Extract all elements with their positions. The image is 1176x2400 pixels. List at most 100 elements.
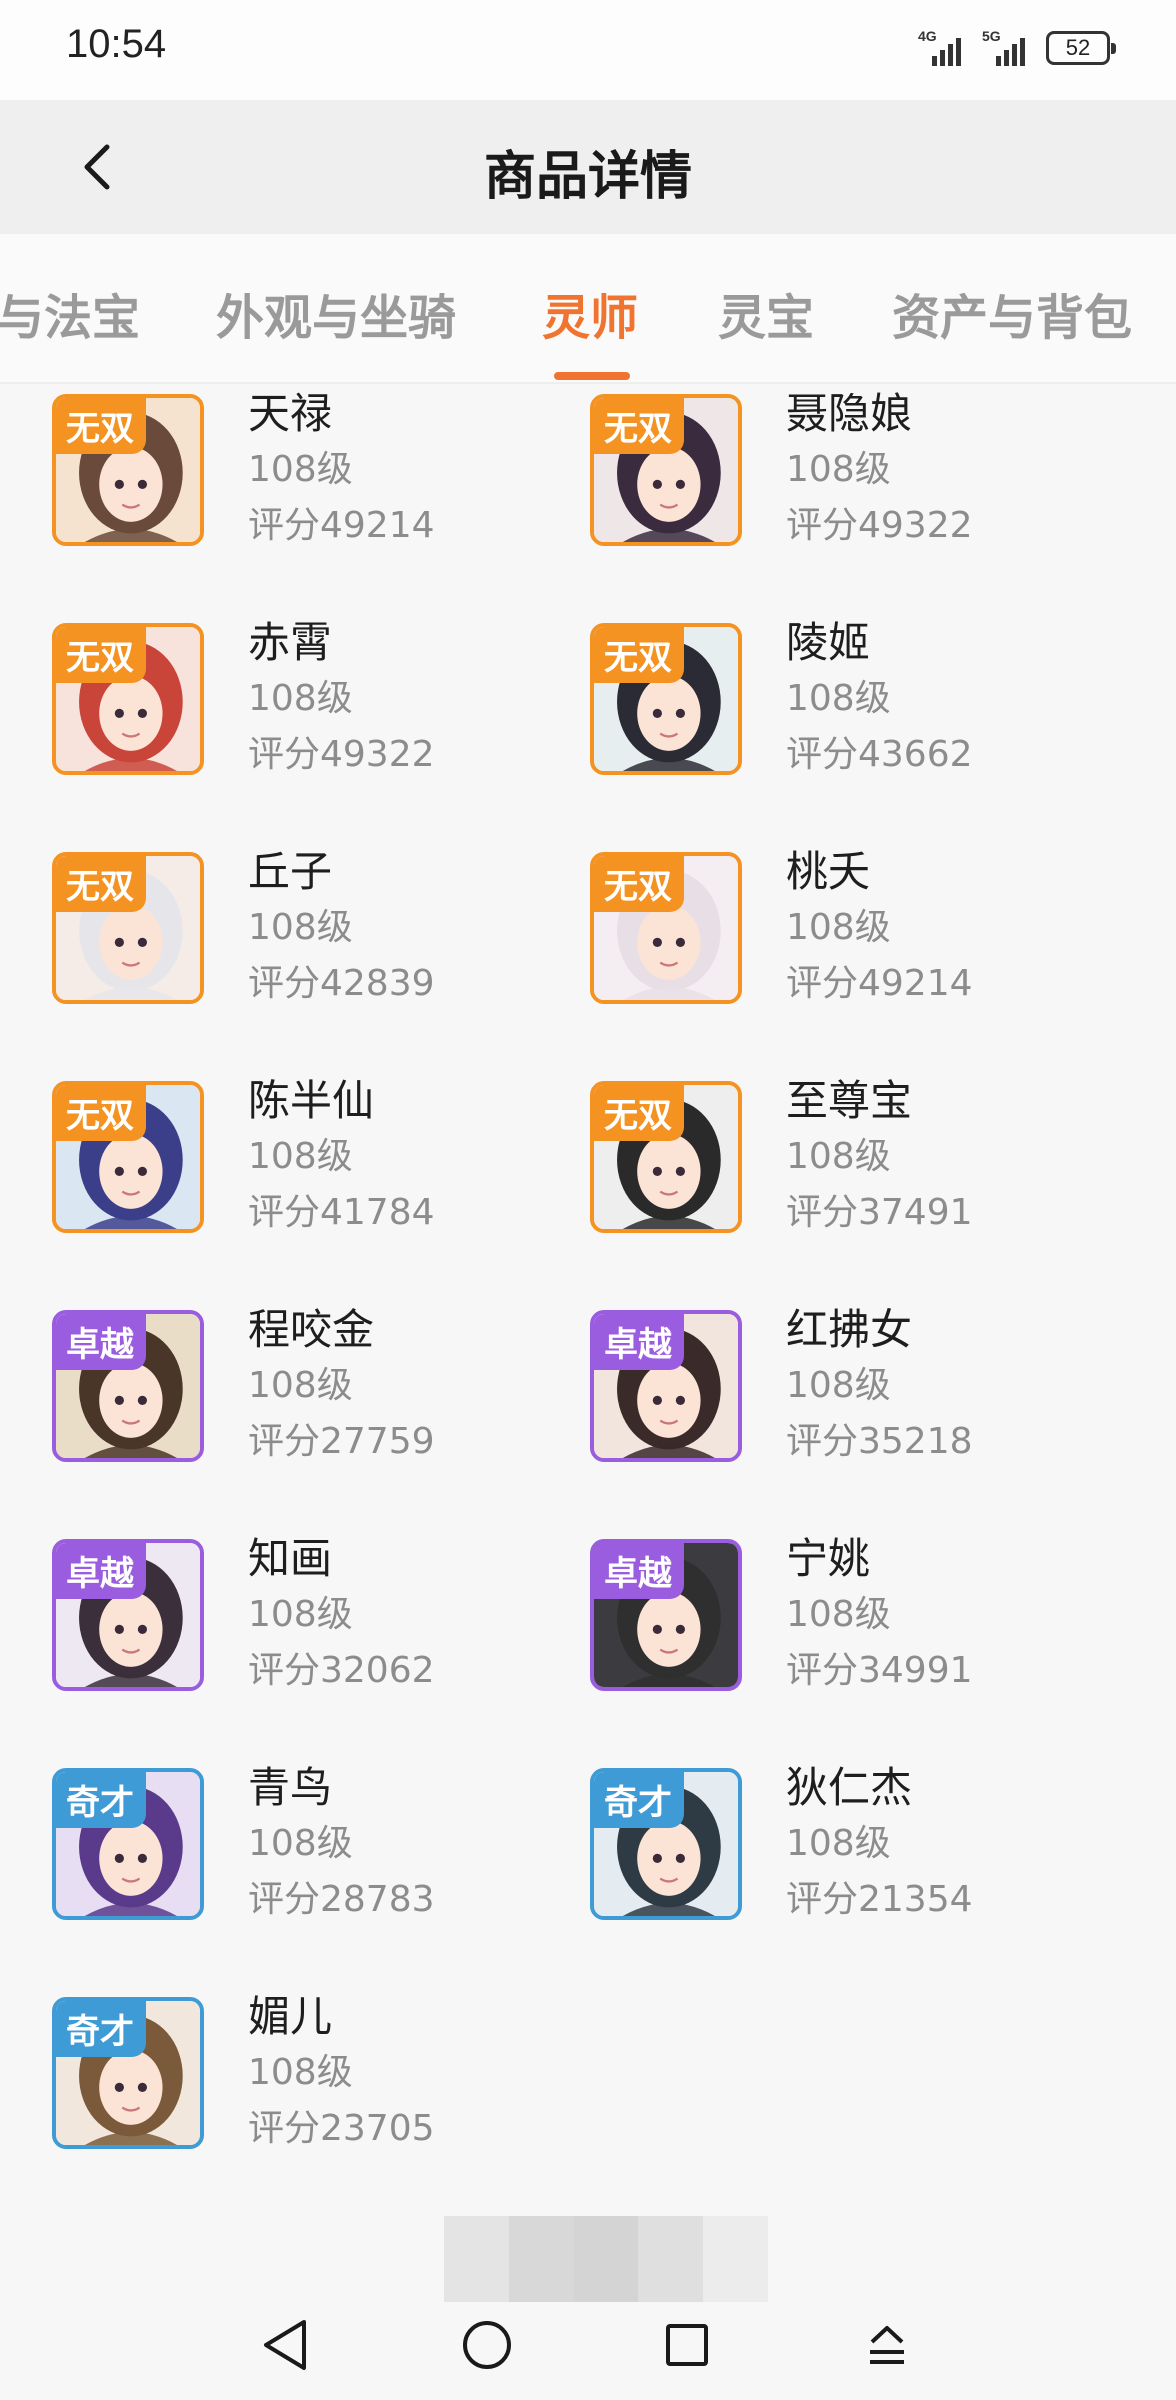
character-card[interactable]: 卓越 知画 108级评分32062 xyxy=(52,1531,572,1731)
rarity-badge: 卓越 xyxy=(594,1543,684,1599)
character-card[interactable]: 卓越 红拂女 108级评分35218 xyxy=(590,1302,1110,1502)
character-name: 知画 xyxy=(248,1534,333,1583)
recents-square-icon xyxy=(666,2324,708,2366)
character-score: 评分34991 xyxy=(786,1650,973,1691)
nav-menu-button[interactable] xyxy=(852,2310,922,2380)
character-card[interactable]: 奇才 媚儿 108级 评分23705 xyxy=(52,1989,572,2184)
character-level: 108级 xyxy=(248,1365,353,1406)
character-level: 108级 xyxy=(786,449,891,490)
character-info: 红拂女 108级评分35218 xyxy=(786,1302,973,1470)
character-score: 评分49214 xyxy=(786,963,973,1004)
character-avatar: 卓越 xyxy=(590,1310,742,1462)
character-name: 红拂女 xyxy=(786,1305,913,1354)
character-score: 评分49214 xyxy=(248,505,435,546)
tab-assets-bag[interactable]: 资产与背包 xyxy=(892,278,1132,348)
character-level: 108级 xyxy=(248,907,353,948)
character-card[interactable]: 无双 聂隐娘 108级评分49322 xyxy=(590,386,1110,586)
character-score: 评分27759 xyxy=(248,1421,435,1462)
nav-home-button[interactable] xyxy=(452,2310,522,2380)
character-level: 108级 xyxy=(786,1594,891,1635)
character-score: 评分28783 xyxy=(248,1879,435,1920)
rarity-badge: 无双 xyxy=(56,1085,146,1141)
character-info: 陵姬 108级 评分43662 xyxy=(786,615,973,783)
character-card[interactable]: 无双 陈半仙 108级评分41784 xyxy=(52,1073,572,1273)
character-card[interactable]: 无双 丘子 108级 评分42839 xyxy=(52,844,572,1044)
rarity-badge: 无双 xyxy=(594,856,684,912)
character-info: 丘子 108级 评分42839 xyxy=(248,844,435,1012)
character-card[interactable]: 无双 赤霄 108级评分49322 xyxy=(52,615,572,815)
rarity-badge: 无双 xyxy=(594,1085,684,1141)
character-score: 评分23705 xyxy=(248,2108,435,2149)
character-name: 陈半仙 xyxy=(248,1076,375,1125)
character-level: 108级 xyxy=(786,1365,891,1406)
character-avatar: 奇才 xyxy=(52,1768,204,1920)
character-card[interactable]: 无双 天禄 108级 评分49214 xyxy=(52,386,572,586)
character-level: 108级 xyxy=(248,449,353,490)
rarity-badge: 卓越 xyxy=(56,1543,146,1599)
character-info: 桃夭 108级评分49214 xyxy=(786,844,973,1012)
character-card[interactable]: 卓越 程咬金 108级评分27759 xyxy=(52,1302,572,1502)
character-avatar: 奇才 xyxy=(52,1997,204,2149)
character-info: 宁姚 108级评分34991 xyxy=(786,1531,973,1699)
character-avatar: 卓越 xyxy=(52,1539,204,1691)
character-avatar: 无双 xyxy=(52,1081,204,1233)
character-name: 至尊宝 xyxy=(786,1076,913,1125)
rarity-badge: 无双 xyxy=(56,627,146,683)
system-nav-bar xyxy=(0,2290,1176,2400)
character-card[interactable]: 卓越 宁姚 108级评分34991 xyxy=(590,1531,1110,1731)
character-avatar: 奇才 xyxy=(590,1768,742,1920)
page-title: 商品详情 xyxy=(483,147,692,207)
character-info: 知画 108级评分32062 xyxy=(248,1531,435,1699)
character-info: 程咬金 108级评分27759 xyxy=(248,1302,435,1470)
tab-appearance-mount[interactable]: 外观与坐骑 xyxy=(216,278,456,348)
character-name: 陵姬 xyxy=(786,618,871,667)
character-score: 评分49322 xyxy=(248,734,435,775)
tab-fabao[interactable]: 与法宝 xyxy=(0,278,140,348)
status-time: 10:54 xyxy=(66,22,167,66)
character-avatar: 无双 xyxy=(590,394,742,546)
header: 商品详情 xyxy=(0,100,1176,234)
character-name: 狄仁杰 xyxy=(786,1763,913,1812)
character-avatar: 卓越 xyxy=(52,1310,204,1462)
character-score: 评分42839 xyxy=(248,963,435,1004)
rarity-badge: 奇才 xyxy=(56,2001,146,2057)
back-triangle-icon xyxy=(264,2320,306,2370)
character-level: 108级 xyxy=(248,1594,353,1635)
character-level: 108级 xyxy=(248,678,353,719)
status-bar: 10:54 4G 5G 52 xyxy=(0,0,1176,100)
character-name: 桃夭 xyxy=(786,847,871,896)
character-score: 评分41784 xyxy=(248,1192,435,1233)
nav-recents-button[interactable] xyxy=(652,2310,722,2380)
rarity-badge: 奇才 xyxy=(594,1772,684,1828)
tab-lingshi[interactable]: 灵师 xyxy=(542,278,638,348)
character-name: 宁姚 xyxy=(786,1534,871,1583)
character-level: 108级 xyxy=(248,1136,353,1177)
character-avatar: 无双 xyxy=(590,852,742,1004)
character-level: 108级 xyxy=(786,1136,891,1177)
tab-lingbao[interactable]: 灵宝 xyxy=(718,278,814,348)
character-name: 程咬金 xyxy=(248,1305,375,1354)
character-score: 评分21354 xyxy=(786,1879,973,1920)
character-name: 赤霄 xyxy=(248,618,333,667)
character-level: 108级 xyxy=(248,2052,353,2093)
rarity-badge: 奇才 xyxy=(56,1772,146,1828)
rarity-badge: 卓越 xyxy=(594,1314,684,1370)
character-avatar: 无双 xyxy=(52,852,204,1004)
character-card[interactable]: 无双 至尊宝 108级 评分37491 xyxy=(590,1073,1110,1273)
character-info: 至尊宝 108级 评分37491 xyxy=(786,1073,973,1241)
character-card[interactable]: 奇才 青鸟 108级 评分28783 xyxy=(52,1760,572,1960)
character-level: 108级 xyxy=(786,678,891,719)
rarity-badge: 无双 xyxy=(56,856,146,912)
character-name: 聂隐娘 xyxy=(786,389,913,438)
character-card[interactable]: 无双 陵姬 108级 评分43662 xyxy=(590,615,1110,815)
nav-back-button[interactable] xyxy=(250,2310,320,2380)
character-level: 108级 xyxy=(248,1823,353,1864)
character-card[interactable]: 奇才 狄仁杰 108级 评分21354 xyxy=(590,1760,1110,1960)
character-card[interactable]: 无双 桃夭 108级评分49214 xyxy=(590,844,1110,1044)
status-icons: 4G 5G 52 xyxy=(918,28,1116,68)
character-level: 108级 xyxy=(786,907,891,948)
character-score: 评分35218 xyxy=(786,1421,973,1462)
character-score: 评分49322 xyxy=(786,505,973,546)
character-info: 青鸟 108级 评分28783 xyxy=(248,1760,435,1928)
character-score: 评分32062 xyxy=(248,1650,435,1691)
